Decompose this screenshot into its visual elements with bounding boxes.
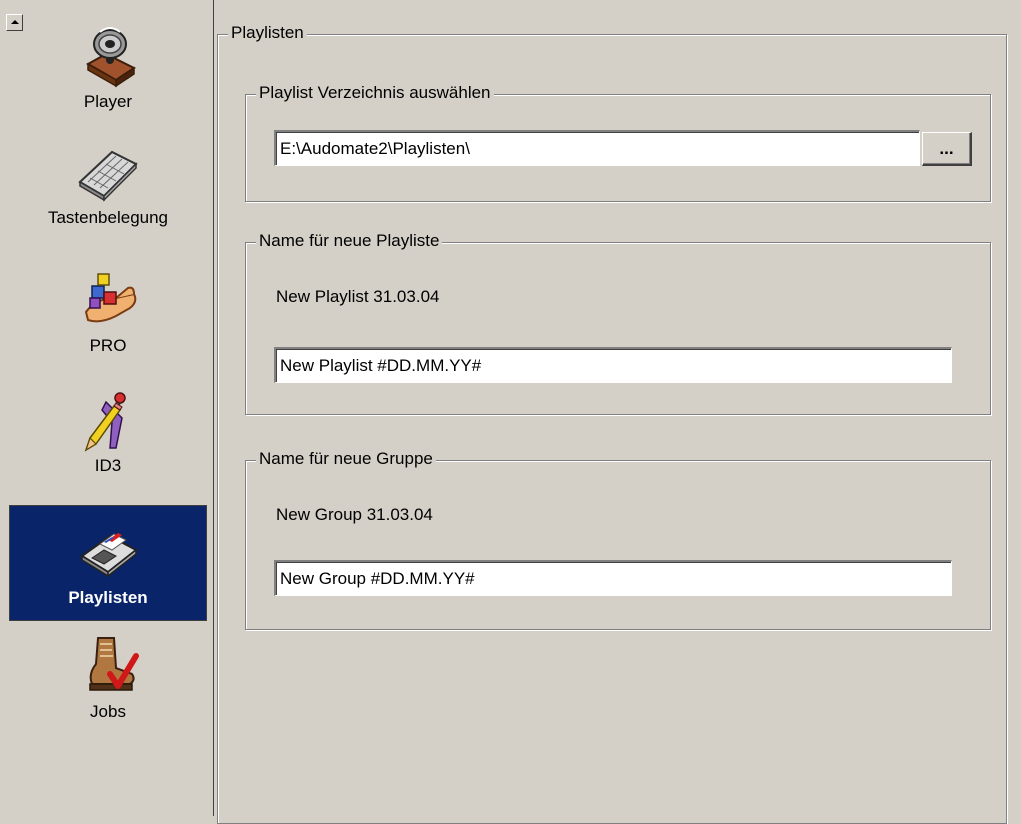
pencil-figure-icon bbox=[84, 392, 126, 452]
sidebar-item-player[interactable]: Player bbox=[9, 24, 207, 124]
sidebar-item-jobs[interactable]: Jobs bbox=[9, 634, 207, 738]
sidebar-item-label: Player bbox=[83, 92, 133, 111]
playlist-name-group: Name für neue Playliste bbox=[245, 231, 991, 415]
sidebar-item-label: ID3 bbox=[94, 456, 122, 475]
sidebar-item-label: Jobs bbox=[90, 702, 126, 721]
sidebar-item-label: PRO bbox=[89, 336, 127, 355]
sidebar: Player Tastenbelegung PRO ID3 Playlisten… bbox=[0, 0, 214, 816]
playlist-name-group-legend: Name für neue Playliste bbox=[256, 231, 443, 251]
keyboard-icon bbox=[78, 150, 138, 202]
browse-button[interactable]: ... bbox=[922, 132, 972, 166]
playlist-directory-input[interactable] bbox=[274, 130, 920, 166]
gramophone-icon bbox=[85, 27, 136, 88]
playlist-name-pattern-input[interactable] bbox=[274, 347, 952, 383]
playlist-name-preview: New Playlist 31.03.04 bbox=[276, 287, 440, 306]
group-name-group-legend: Name für neue Gruppe bbox=[256, 449, 436, 469]
sidebar-item-label: Tastenbelegung bbox=[47, 208, 169, 227]
floppy-disk-icon bbox=[80, 533, 138, 578]
sidebar-item-id3[interactable]: ID3 bbox=[9, 388, 207, 494]
group-name-group: Name für neue Gruppe bbox=[245, 449, 991, 630]
directory-group-legend: Playlist Verzeichnis auswählen bbox=[256, 83, 494, 103]
sidebar-item-playlisten[interactable]: Playlisten bbox=[9, 505, 207, 621]
sidebar-item-label: Playlisten bbox=[68, 588, 148, 607]
group-name-pattern-input[interactable] bbox=[274, 560, 952, 596]
boot-checkmark-icon bbox=[89, 637, 139, 691]
hand-blocks-icon bbox=[84, 273, 137, 323]
panel-title: Playlisten bbox=[228, 23, 307, 43]
sidebar-item-pro[interactable]: PRO bbox=[9, 268, 207, 368]
sidebar-item-tastenbelegung[interactable]: Tastenbelegung bbox=[9, 140, 207, 240]
group-name-preview: New Group 31.03.04 bbox=[276, 505, 433, 524]
